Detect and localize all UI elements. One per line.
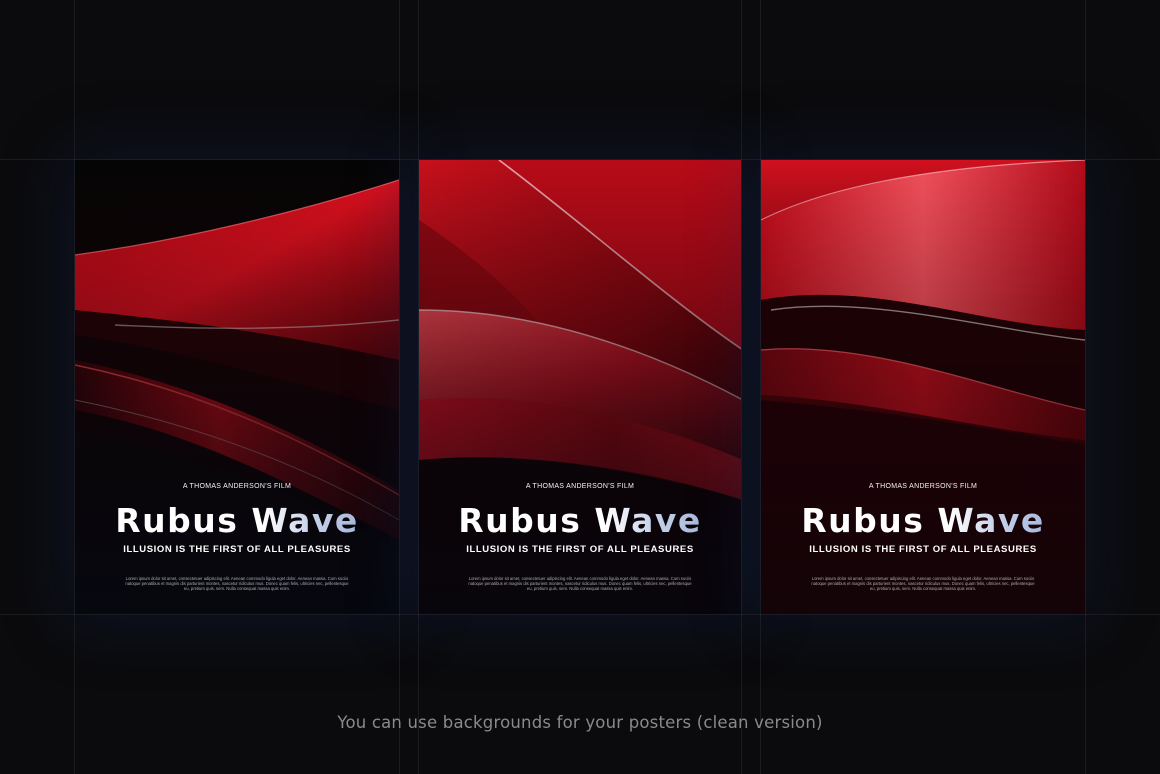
poster-body-text: Lorem ipsum dolor sit amet, consectetuer… <box>125 576 349 591</box>
poster-text-block: A THOMAS ANDERSON'S FILM Rubus Wave ILLU… <box>75 482 399 591</box>
caption-text: You can use backgrounds for your posters… <box>337 713 823 732</box>
poster-tagline: ILLUSION IS THE FIRST OF ALL PLEASURES <box>809 544 1037 555</box>
presentation-stage: A THOMAS ANDERSON'S FILM Rubus Wave ILLU… <box>0 0 1160 774</box>
poster-title: Rubus Wave <box>75 501 399 541</box>
poster-body-text: Lorem ipsum dolor sit amet, consectetuer… <box>468 576 692 591</box>
poster-credit: A THOMAS ANDERSON'S FILM <box>182 483 292 490</box>
poster-mockup-3: A THOMAS ANDERSON'S FILM Rubus Wave ILLU… <box>761 160 1085 614</box>
poster-tagline: ILLUSION IS THE FIRST OF ALL PLEASURES <box>123 544 351 555</box>
poster-credit: A THOMAS ANDERSON'S FILM <box>525 483 635 490</box>
poster-credit: A THOMAS ANDERSON'S FILM <box>868 483 978 490</box>
poster-title: Rubus Wave <box>419 501 741 541</box>
poster-mockup-2: A THOMAS ANDERSON'S FILM Rubus Wave ILLU… <box>419 160 741 614</box>
poster-tagline: ILLUSION IS THE FIRST OF ALL PLEASURES <box>466 544 694 555</box>
poster-text-block: A THOMAS ANDERSON'S FILM Rubus Wave ILLU… <box>419 482 741 591</box>
guide-line <box>741 0 742 774</box>
guide-line <box>1085 0 1086 774</box>
poster-mockup-1: A THOMAS ANDERSON'S FILM Rubus Wave ILLU… <box>75 160 399 614</box>
guide-line <box>399 0 400 774</box>
poster-body-text: Lorem ipsum dolor sit amet, consectetuer… <box>811 576 1035 591</box>
guide-line <box>0 614 1160 615</box>
poster-title: Rubus Wave <box>761 501 1085 541</box>
poster-text-block: A THOMAS ANDERSON'S FILM Rubus Wave ILLU… <box>761 482 1085 591</box>
